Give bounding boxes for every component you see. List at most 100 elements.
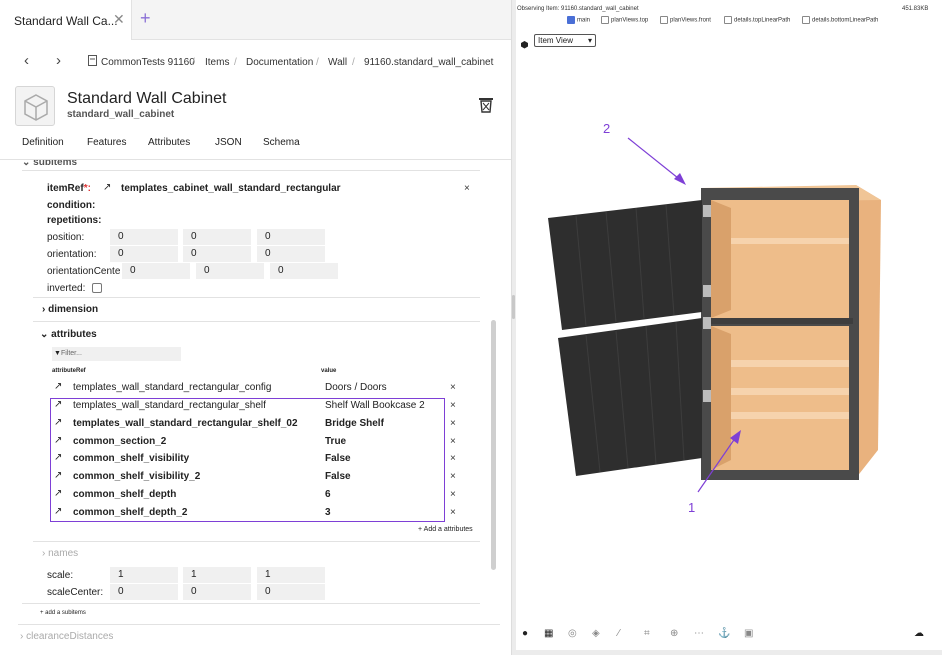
highlight-box	[50, 398, 445, 522]
view-checkbox[interactable]: details.bottomLinearPath	[802, 16, 878, 24]
orientation-center-z-input[interactable]: 0	[270, 263, 338, 279]
view-mode-select[interactable]: Item View ▾	[534, 34, 596, 47]
inverted-checkbox[interactable]	[92, 283, 102, 294]
remove-attribute-button[interactable]: ×	[450, 489, 456, 500]
remove-attribute-button[interactable]: ×	[450, 382, 456, 393]
view-checkbox-label: planViews.front	[670, 17, 711, 24]
attribute-value[interactable]: Doors / Doors	[325, 382, 387, 393]
scale-y-input[interactable]: 1	[183, 567, 251, 583]
view-checkbox-label: main	[577, 17, 591, 24]
layers-icon[interactable]: ▣	[744, 628, 753, 639]
remove-itemref-button[interactable]: ×	[464, 183, 470, 194]
orientation-y-input[interactable]: 0	[183, 246, 251, 262]
breadcrumb-item[interactable]: Wall	[328, 57, 347, 68]
folder-icon	[88, 55, 97, 69]
back-button[interactable]: ‹	[24, 52, 29, 69]
breadcrumb-item[interactable]: Items	[205, 57, 229, 68]
breadcrumb-item[interactable]: 91160.standard_wall_cabinet	[364, 57, 493, 68]
tab-json[interactable]: JSON	[215, 137, 242, 148]
view-checkbox[interactable]: main	[567, 16, 590, 24]
orientation-center-y-input[interactable]: 0	[196, 263, 264, 279]
frame-icon[interactable]: ⌗	[644, 628, 650, 639]
cloud-download-icon[interactable]: ☁	[914, 628, 924, 639]
forward-button[interactable]: ›	[56, 52, 61, 69]
breadcrumb-separator: /	[352, 57, 355, 68]
add-attributes-button[interactable]: + Add a attributes	[418, 526, 473, 533]
itemref-label: itemRef*:	[47, 183, 91, 194]
remove-attribute-button[interactable]: ×	[450, 418, 456, 429]
remove-attribute-button[interactable]: ×	[450, 471, 456, 482]
dots-icon[interactable]: ⋯	[694, 628, 704, 639]
chevron-down-icon: ⌄	[22, 160, 34, 168]
position-x-input[interactable]: 0	[110, 229, 178, 245]
scale-center-z-input[interactable]: 0	[257, 584, 325, 600]
grid-icon[interactable]: ▦	[544, 628, 553, 639]
cabinet-3d-view[interactable]: 2 1	[516, 60, 942, 620]
scale-center-x-input[interactable]: 0	[110, 584, 178, 600]
hinge	[703, 205, 711, 217]
tab-bar: Standard Wall Ca... ✕ +	[0, 0, 511, 40]
names-section[interactable]: › names	[42, 548, 78, 559]
breadcrumb-item[interactable]: Documentation	[246, 57, 313, 68]
scale-center-y-input[interactable]: 0	[183, 584, 251, 600]
lower-shelf-3	[731, 412, 849, 419]
divider	[22, 603, 480, 604]
tab-schema[interactable]: Schema	[263, 137, 300, 148]
dimension-section[interactable]: › dimension	[42, 304, 98, 315]
compass-icon[interactable]: ◎	[568, 628, 577, 639]
close-icon[interactable]: ✕	[113, 11, 125, 28]
remove-attribute-button[interactable]: ×	[450, 507, 456, 518]
column-header-value: value	[321, 368, 337, 374]
file-size: 451.83KB	[902, 6, 929, 12]
breadcrumb-item[interactable]: CommonTests 91160	[101, 57, 195, 68]
new-tab-button[interactable]: +	[140, 8, 151, 29]
position-z-input[interactable]: 0	[257, 229, 325, 245]
divider	[33, 297, 480, 298]
remove-attribute-button[interactable]: ×	[450, 400, 456, 411]
lower-interior	[711, 326, 849, 470]
subitems-section-header[interactable]: ⌄ subitems	[22, 160, 77, 168]
anchor-icon[interactable]: ⚓	[718, 628, 730, 639]
filter-input[interactable]: ▼Filter...	[52, 347, 181, 361]
target-icon[interactable]: ⊕	[670, 628, 678, 639]
tab-features[interactable]: Features	[87, 137, 126, 148]
position-y-input[interactable]: 0	[183, 229, 251, 245]
clearance-distances-section[interactable]: › clearanceDistances	[20, 631, 113, 642]
itemref-value[interactable]: templates_cabinet_wall_standard_rectangu…	[121, 183, 341, 194]
cube-icon[interactable]: ◈	[592, 628, 600, 639]
view-checkbox[interactable]: planViews.top	[601, 16, 648, 24]
view-checkbox[interactable]: details.topLinearPath	[724, 16, 790, 24]
orientation-center-x-input[interactable]: 0	[122, 263, 190, 279]
checkbox-icon	[601, 16, 609, 24]
breadcrumb-separator: /	[192, 57, 195, 68]
attributes-section[interactable]: ⌄ attributes	[40, 329, 97, 340]
scale-x-input[interactable]: 1	[110, 567, 178, 583]
scale-z-input[interactable]: 1	[257, 567, 325, 583]
chevron-down-icon: ⌄	[40, 329, 52, 340]
upper-interior-side	[711, 200, 731, 318]
scrollbar[interactable]	[491, 320, 496, 570]
add-subitems-button[interactable]: + add a subitems	[40, 610, 86, 616]
position-label: position:	[47, 232, 85, 243]
remove-attribute-button[interactable]: ×	[450, 436, 456, 447]
observing-text: Observing Item: 91160.standard_wall_cabi…	[517, 6, 639, 12]
external-link-icon[interactable]: ↗	[54, 381, 62, 392]
filter-placeholder: Filter...	[60, 350, 82, 357]
pane-splitter[interactable]	[512, 295, 515, 319]
external-link-icon[interactable]: ↗	[103, 182, 111, 193]
hinge	[703, 285, 711, 297]
chevron-down-icon: ▾	[587, 36, 592, 45]
brush-icon[interactable]: ⁄	[618, 628, 620, 639]
tab-attributes[interactable]: Attributes	[148, 137, 190, 148]
palette-icon[interactable]: ●	[522, 628, 528, 639]
remove-attribute-button[interactable]: ×	[450, 453, 456, 464]
view-mode-value: Item View	[538, 36, 573, 45]
view-checkbox[interactable]: planViews.front	[660, 16, 711, 24]
document-tab[interactable]: Standard Wall Ca... ✕	[0, 0, 132, 40]
tab-definition[interactable]: Definition	[22, 137, 64, 148]
orientation-x-input[interactable]: 0	[110, 246, 178, 262]
upper-door	[548, 200, 702, 330]
attribute-ref[interactable]: templates_wall_standard_rectangular_conf…	[73, 382, 271, 393]
orientation-z-input[interactable]: 0	[257, 246, 325, 262]
trash-icon[interactable]	[478, 96, 494, 119]
